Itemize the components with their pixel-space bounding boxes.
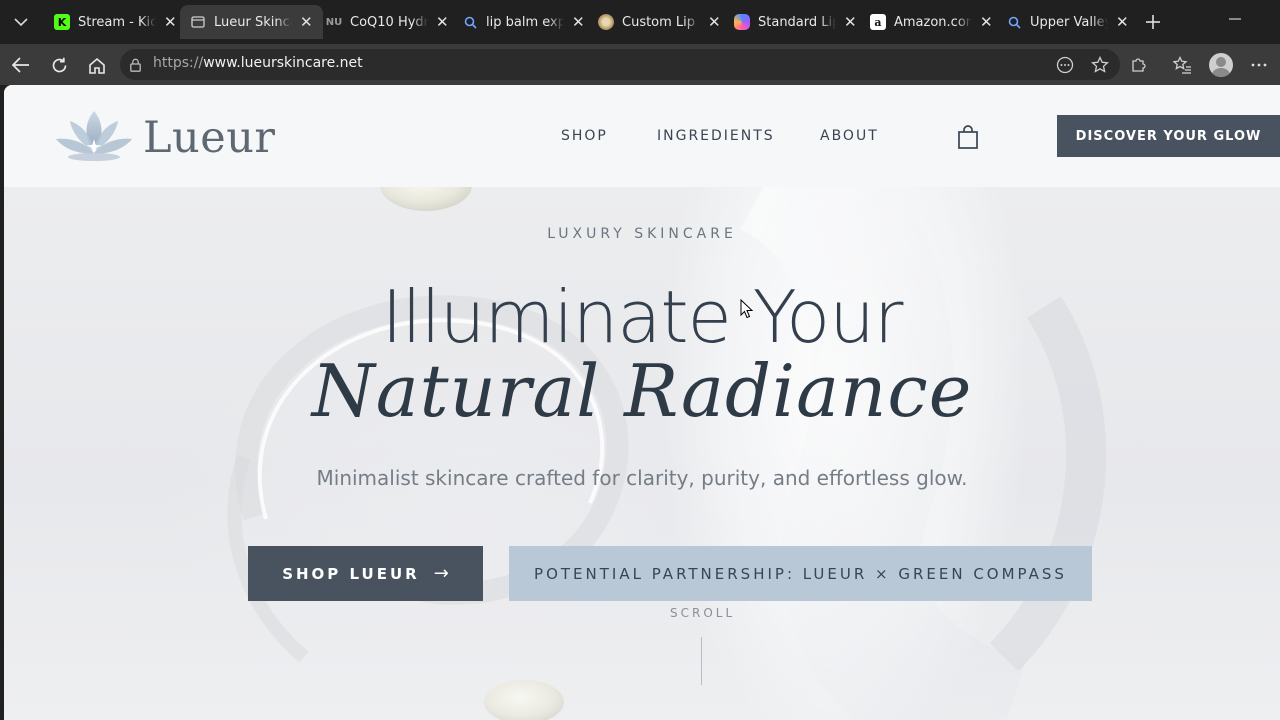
new-tab-plus-icon[interactable] bbox=[1140, 9, 1166, 35]
tab-actions-chevron-icon[interactable] bbox=[8, 9, 34, 35]
nu-icon: NU bbox=[325, 16, 343, 28]
nav-ingredients[interactable]: INGREDIENTS bbox=[657, 128, 775, 144]
page-viewport: Lueur SHOP INGREDIENTS ABOUT DISCOVER YO… bbox=[4, 85, 1280, 720]
favorites-list-icon[interactable] bbox=[1168, 51, 1196, 79]
tab-kick[interactable]: K Stream - Kick ✕ bbox=[44, 5, 187, 39]
reader-more-icon[interactable] bbox=[1051, 51, 1079, 79]
scroll-indicator-label[interactable]: SCROLL bbox=[670, 606, 735, 620]
nav-shop[interactable]: SHOP bbox=[561, 128, 608, 144]
search-icon bbox=[462, 14, 478, 30]
kick-icon: K bbox=[54, 14, 70, 30]
close-icon[interactable]: ✕ bbox=[572, 13, 585, 31]
tab-coq10[interactable]: NU CoQ10 Hydra ✕ bbox=[316, 5, 459, 39]
close-icon[interactable]: ✕ bbox=[164, 13, 177, 31]
lotus-logo-icon[interactable] bbox=[54, 109, 134, 165]
nav-about[interactable]: ABOUT bbox=[820, 128, 879, 144]
minimize-icon[interactable] bbox=[1228, 12, 1244, 28]
tab-title: Upper Valley bbox=[1030, 14, 1108, 30]
hero-headline-line1: Illuminate Your bbox=[381, 275, 904, 359]
tab-upper-valley-search[interactable]: Upper Valley ✕ bbox=[996, 5, 1139, 39]
url-scheme: https:// bbox=[153, 55, 204, 71]
page-icon bbox=[190, 14, 206, 30]
tab-amazon[interactable]: a Amazon.com ✕ bbox=[860, 5, 1003, 39]
address-bar[interactable]: https://www.lueurskincare.net bbox=[120, 49, 1120, 80]
url-text[interactable]: https://www.lueurskincare.net bbox=[153, 55, 363, 71]
copilot-icon bbox=[734, 14, 750, 30]
back-arrow-icon[interactable] bbox=[7, 51, 35, 79]
close-icon[interactable]: ✕ bbox=[844, 13, 857, 31]
discover-your-glow-button[interactable]: DISCOVER YOUR GLOW bbox=[1057, 115, 1280, 157]
shop-lueur-button[interactable]: SHOP LUEUR → bbox=[248, 546, 483, 601]
shopping-bag-icon[interactable] bbox=[957, 125, 979, 149]
close-icon[interactable]: ✕ bbox=[300, 13, 313, 31]
tab-title: Stream - Kick bbox=[78, 14, 156, 30]
tab-custom-lip[interactable]: Custom Lip B ✕ bbox=[588, 5, 731, 39]
home-icon[interactable] bbox=[83, 51, 111, 79]
tab-title: lip balm expr bbox=[486, 14, 564, 30]
mouse-cursor-icon bbox=[740, 298, 754, 319]
url-domain: www.lueurskincare.net bbox=[203, 55, 363, 71]
tab-title: Custom Lip B bbox=[622, 14, 700, 30]
close-icon[interactable]: ✕ bbox=[436, 13, 449, 31]
hero-section: LUXURY SKINCARE Illuminate Your Natural … bbox=[4, 187, 1280, 720]
scroll-indicator-line bbox=[701, 637, 702, 685]
tab-title: CoQ10 Hydra bbox=[350, 14, 428, 30]
search-icon bbox=[1006, 14, 1022, 30]
shop-lueur-label: SHOP LUEUR bbox=[282, 564, 420, 583]
globe-icon bbox=[598, 14, 614, 30]
favorite-star-icon[interactable] bbox=[1086, 51, 1114, 79]
lock-icon[interactable] bbox=[130, 57, 141, 72]
close-icon[interactable]: ✕ bbox=[708, 13, 721, 31]
browser-tab-bar: K Stream - Kick ✕ Lueur Skincare ✕ NU Co… bbox=[0, 0, 1280, 44]
profile-avatar[interactable] bbox=[1209, 53, 1233, 77]
address-toolbar: https://www.lueurskincare.net bbox=[0, 44, 1280, 85]
brand-logo-text[interactable]: Lueur bbox=[143, 113, 275, 163]
extensions-puzzle-icon[interactable] bbox=[1125, 51, 1153, 79]
hero-headline-line2: Natural Radiance bbox=[311, 349, 973, 433]
tab-title: Standard Lip bbox=[758, 14, 836, 30]
tab-title: Amazon.com bbox=[894, 14, 972, 30]
hero-background-cream-swirl bbox=[227, 187, 1106, 720]
hero-subhead: Minimalist skincare crafted for clarity,… bbox=[316, 466, 968, 490]
amazon-icon: a bbox=[870, 14, 886, 30]
tab-lueur-skincare[interactable]: Lueur Skincare ✕ bbox=[180, 5, 323, 39]
close-icon[interactable]: ✕ bbox=[1116, 13, 1129, 31]
close-icon[interactable]: ✕ bbox=[980, 13, 993, 31]
hero-eyebrow: LUXURY SKINCARE bbox=[547, 226, 737, 242]
more-menu-icon[interactable] bbox=[1245, 51, 1273, 79]
tab-lip-balm-search[interactable]: lip balm expr ✕ bbox=[452, 5, 595, 39]
refresh-icon[interactable] bbox=[45, 51, 73, 79]
tab-standard-lip[interactable]: Standard Lip ✕ bbox=[724, 5, 867, 39]
site-header: Lueur SHOP INGREDIENTS ABOUT DISCOVER YO… bbox=[4, 85, 1280, 187]
arrow-right-icon: → bbox=[433, 563, 449, 584]
tab-title: Lueur Skincare bbox=[214, 14, 292, 30]
partnership-button[interactable]: POTENTIAL PARTNERSHIP: LUEUR × GREEN COM… bbox=[509, 546, 1092, 601]
